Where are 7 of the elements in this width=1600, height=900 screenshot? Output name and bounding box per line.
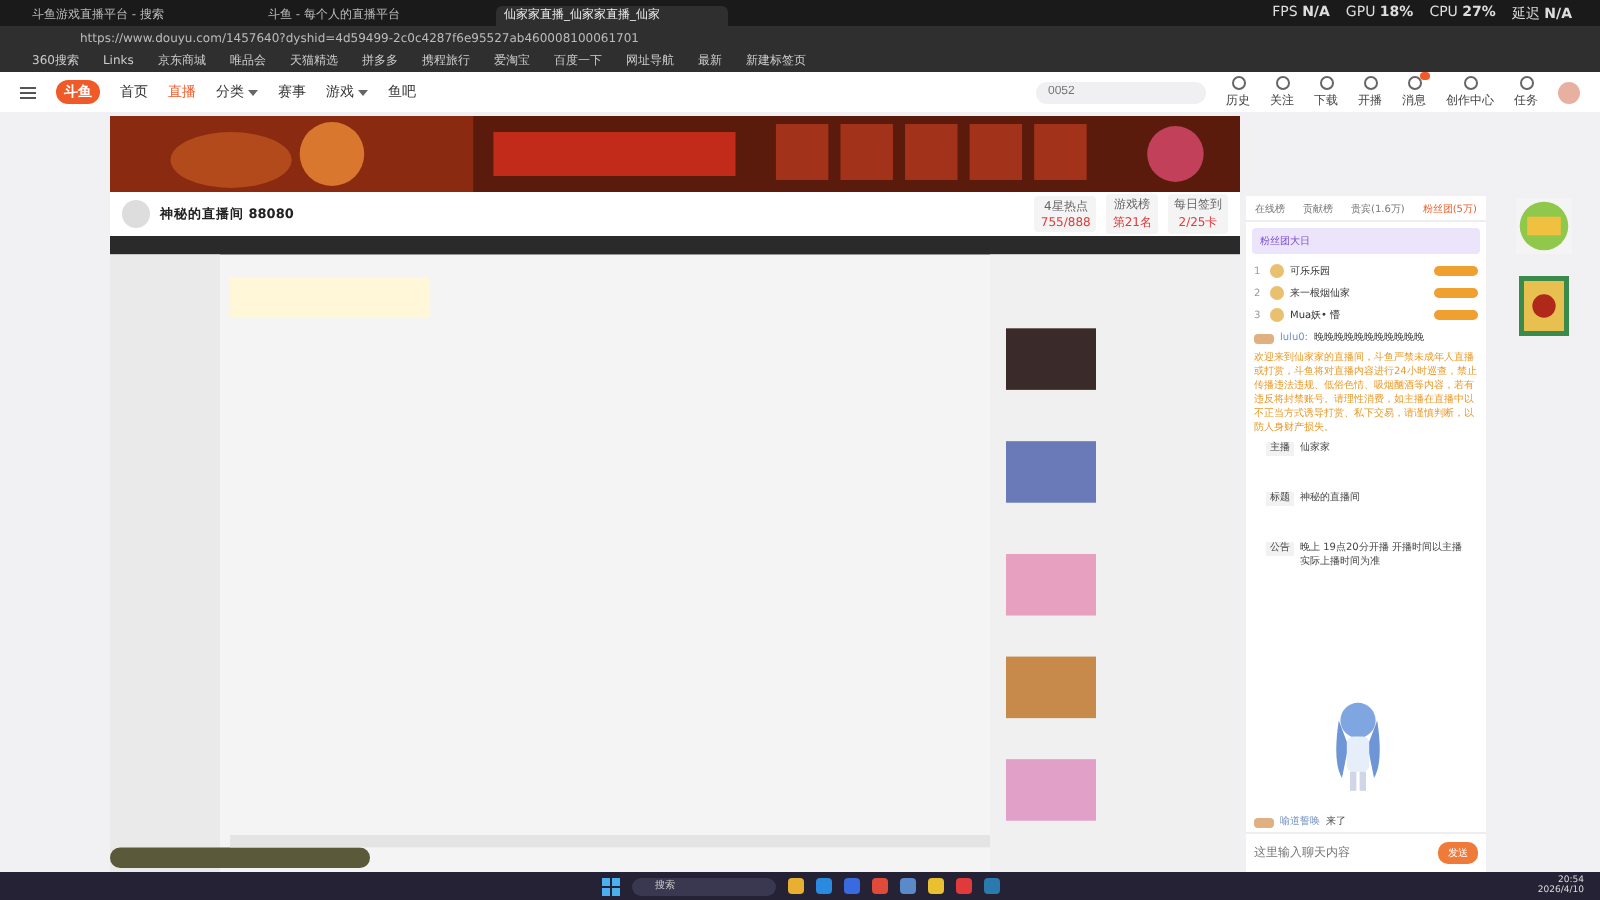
- level-badge: [1254, 817, 1274, 827]
- start-icon[interactable]: [601, 877, 619, 895]
- level-badge: [1254, 334, 1274, 344]
- level-badge: [1434, 310, 1478, 320]
- menu-icon[interactable]: [20, 85, 36, 99]
- level-badge: [1434, 288, 1478, 298]
- level-badge: [1434, 266, 1478, 276]
